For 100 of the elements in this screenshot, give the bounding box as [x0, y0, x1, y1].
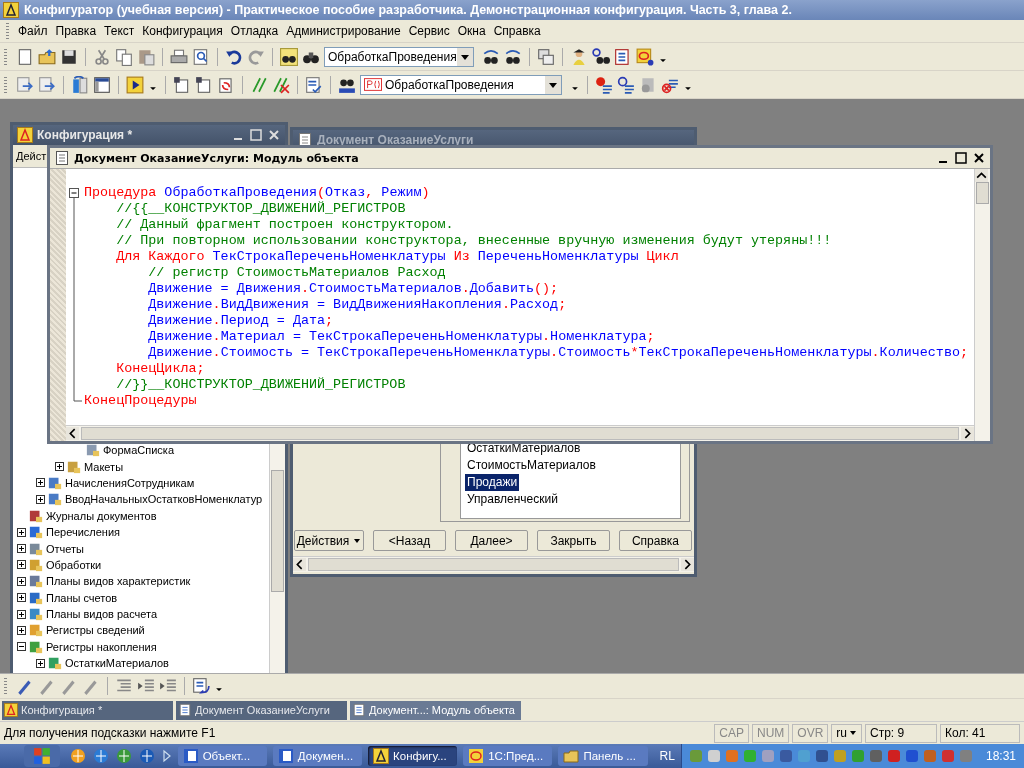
taskbar-button[interactable]: Панель ... — [558, 746, 648, 766]
tree-item[interactable]: ФормаСписка — [103, 444, 174, 457]
menu-item[interactable]: Отладка — [226, 24, 283, 38]
horizontal-scrollbar[interactable] — [293, 556, 694, 572]
dialog-button[interactable]: Далее> — [455, 530, 528, 551]
tree-item[interactable]: ОстаткиМатериалов — [65, 657, 169, 670]
vertical-scrollbar[interactable] — [974, 169, 990, 441]
toolbar-grip[interactable] — [4, 76, 7, 93]
copy-icon[interactable] — [115, 47, 133, 66]
save-icon[interactable] — [60, 47, 78, 66]
tree-item[interactable]: Планы счетов — [46, 591, 118, 604]
maximize-icon[interactable] — [954, 151, 968, 165]
expand-icon[interactable] — [36, 478, 45, 488]
tree-item[interactable]: Отчеты — [46, 542, 85, 555]
horizontal-scrollbar[interactable] — [66, 425, 974, 441]
list-item[interactable]: ОстаткиМатериалов — [465, 440, 583, 457]
scroll-thumb[interactable] — [976, 182, 989, 204]
page-icon[interactable] — [195, 75, 213, 94]
window-tab[interactable]: Конфигурация * — [2, 700, 173, 720]
procedure-combo[interactable]: ОбработкаПроведения — [324, 46, 474, 67]
toolbar-grip[interactable] — [4, 48, 7, 65]
expand-icon[interactable] — [17, 527, 26, 537]
play-icon[interactable] — [126, 75, 144, 94]
tree-item[interactable]: Регистры сведений — [46, 624, 145, 637]
menu-item[interactable]: Текст — [100, 24, 139, 38]
clipboard-icon[interactable] — [137, 47, 155, 66]
badge-icon[interactable] — [636, 47, 654, 66]
page-swap-icon[interactable] — [217, 75, 235, 94]
tree-item[interactable]: Макеты — [84, 460, 124, 473]
tree-item[interactable]: ВводНачальныхОстатковНоменклатур — [65, 493, 263, 506]
tree-item[interactable]: НачисленияСотрудникам — [65, 476, 195, 489]
document-icon[interactable] — [614, 47, 632, 66]
taskbar-button[interactable]: Объект... — [177, 746, 267, 766]
tree-item[interactable]: Обработки — [46, 558, 102, 571]
expand-icon[interactable] — [55, 462, 64, 472]
expand-icon[interactable] — [17, 560, 26, 570]
slashes-icon[interactable] — [250, 75, 268, 94]
scissors-icon[interactable] — [93, 47, 111, 66]
menu-item[interactable]: Конфигурация — [138, 24, 227, 38]
scroll-up-icon[interactable] — [975, 169, 988, 182]
scroll-left-icon[interactable] — [293, 558, 306, 571]
expand-icon[interactable] — [17, 626, 26, 635]
close-icon[interactable] — [972, 151, 986, 165]
collapse-icon[interactable] — [17, 642, 26, 652]
chevron-icon[interactable] — [161, 748, 172, 764]
scroll-left-icon[interactable] — [66, 427, 79, 440]
binoculars-icon[interactable] — [482, 47, 500, 66]
list-item[interactable]: СтоимостьМатериалов — [465, 457, 598, 474]
menu-item[interactable]: Сервис — [404, 24, 454, 38]
window-tab[interactable]: Документ...: Модуль объекта — [350, 700, 521, 720]
pen-icon[interactable] — [16, 677, 34, 695]
tree-item[interactable]: Журналы документов — [46, 509, 157, 522]
binoculars-icon[interactable] — [280, 47, 298, 66]
tree-item[interactable]: Регистры накопления — [46, 640, 157, 653]
page-icon[interactable] — [16, 47, 34, 66]
expand-icon[interactable] — [17, 544, 26, 554]
binoculars-icon[interactable] — [592, 47, 610, 66]
taskbar-button[interactable]: 1С:Пред... — [463, 746, 553, 766]
procedure-combo[interactable]: ОбработкаПроведения — [360, 74, 562, 95]
magnifier-icon[interactable] — [192, 47, 210, 66]
dialog-button[interactable]: Справка — [619, 530, 692, 551]
tree-item[interactable]: Планы видов расчета — [46, 608, 158, 621]
actions-menu-button[interactable]: Действия — [294, 530, 364, 551]
slashes-cross-icon[interactable] — [272, 75, 290, 94]
checklist-icon[interactable] — [305, 75, 323, 94]
binoculars-icon[interactable] — [504, 47, 522, 66]
menu-item[interactable]: Правка — [51, 24, 101, 38]
expand-icon[interactable] — [17, 593, 26, 603]
dialog-button[interactable]: Закрыть — [537, 530, 610, 551]
menu-item[interactable]: Справка — [489, 24, 545, 38]
person-icon[interactable] — [570, 47, 588, 66]
toolbar-grip[interactable] — [6, 23, 9, 39]
scroll-right-icon[interactable] — [961, 427, 974, 440]
start-button[interactable] — [24, 745, 60, 767]
tree-item[interactable]: Планы видов характеристик — [46, 575, 191, 588]
language-indicator[interactable]: RL — [659, 749, 675, 763]
page-arrow-icon[interactable] — [16, 75, 34, 94]
taskbar-button[interactable]: Докумен... — [272, 746, 363, 766]
page-icon[interactable] — [173, 75, 191, 94]
list-item[interactable]: Продажи — [465, 474, 520, 491]
scroll-thumb[interactable] — [271, 470, 284, 592]
toolbar-grip[interactable] — [4, 678, 7, 694]
dialog-button[interactable]: <Назад — [373, 530, 446, 551]
folder-icon[interactable] — [38, 47, 56, 66]
stack-icon[interactable] — [71, 75, 89, 94]
expand-icon[interactable] — [17, 576, 26, 586]
menu-item[interactable]: Файл — [14, 24, 52, 38]
window-icon[interactable] — [93, 75, 111, 94]
globe-icon[interactable] — [138, 748, 155, 764]
list-item[interactable]: Управленческий — [465, 491, 560, 508]
expand-icon[interactable] — [17, 609, 26, 619]
window-tab[interactable]: Документ ОказаниеУслуги — [176, 700, 347, 720]
printer-icon[interactable] — [170, 47, 188, 66]
menu-item[interactable]: Администрирование — [282, 24, 405, 38]
language-selector[interactable]: ru — [831, 723, 862, 743]
page-arrow-icon[interactable] — [38, 75, 56, 94]
document-icon[interactable] — [192, 677, 210, 695]
expand-icon[interactable] — [36, 494, 45, 504]
scroll-right-icon[interactable] — [681, 558, 694, 571]
windows-icon[interactable] — [537, 47, 555, 66]
